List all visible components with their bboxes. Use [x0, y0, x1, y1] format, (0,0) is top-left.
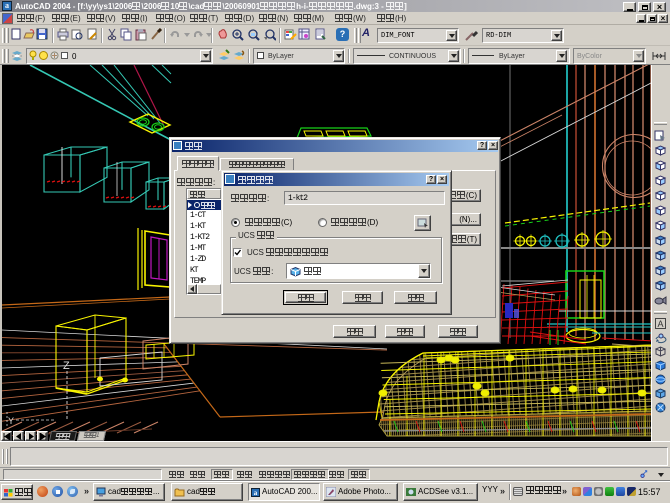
svg-text:Y: Y — [8, 416, 14, 426]
svg-text:Z: Z — [63, 360, 70, 372]
svg-text:A: A — [658, 319, 664, 329]
